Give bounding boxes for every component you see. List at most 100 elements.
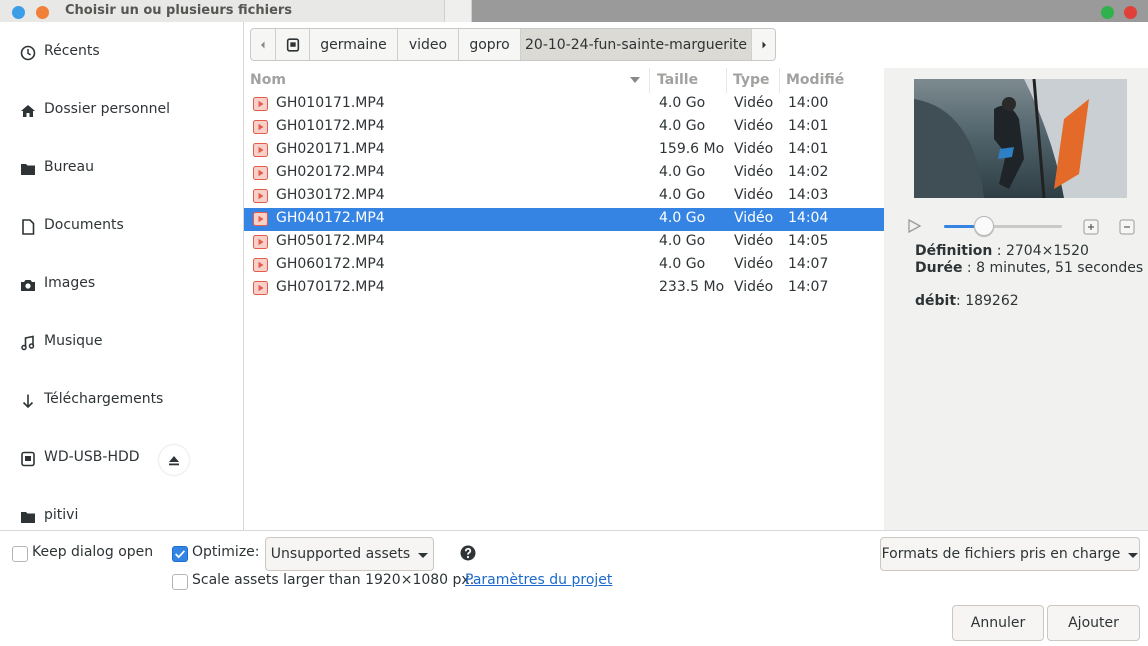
file-name: GH010171.MP4 <box>276 95 385 111</box>
project-settings-link[interactable]: Paramètres du projet <box>465 572 612 588</box>
preview-pane: Définition : 2704×1520 Durée : 8 minutes… <box>884 68 1148 530</box>
window-title: Choisir un ou plusieurs fichiers <box>65 3 293 18</box>
bitrate-value: 189262 <box>965 293 1019 309</box>
file-name: GH050172.MP4 <box>276 233 385 249</box>
file-row[interactable]: GH050172.MP4 4.0 Go Vidéo 14:05 <box>244 231 884 254</box>
video-file-icon <box>253 166 268 180</box>
sidebar-item-home[interactable]: Dossier personnel <box>0 91 243 131</box>
seek-slider-track[interactable] <box>944 216 1062 236</box>
seek-slider-handle[interactable] <box>974 216 994 236</box>
file-type: Vidéo <box>734 95 774 111</box>
chevron-down-icon <box>1128 552 1139 558</box>
zoom-out-icon[interactable] <box>1119 219 1135 235</box>
duration-label: Durée <box>915 260 963 276</box>
sidebar-item-images[interactable]: Images <box>0 265 243 305</box>
file-modified: 14:07 <box>788 256 829 272</box>
sidebar-item-wd-usb-hdd[interactable]: WD-USB-HDD <box>0 439 243 479</box>
video-file-icon <box>253 212 268 226</box>
sidebar-item-desktop[interactable]: Bureau <box>0 149 243 189</box>
home-icon <box>21 105 35 117</box>
file-name: GH060172.MP4 <box>276 256 385 272</box>
definition-value: 2704×1520 <box>1005 243 1089 259</box>
path-segment-gopro[interactable]: gopro <box>459 29 521 60</box>
file-formats-select[interactable]: Formats de fichiers pris en charge <box>880 537 1140 571</box>
column-header-modified[interactable]: Modifié <box>780 68 884 93</box>
path-back-button[interactable] <box>251 29 276 60</box>
file-modified: 14:04 <box>788 210 829 226</box>
file-row[interactable]: GH070172.MP4 233.5 Mo Vidéo 14:07 <box>244 277 884 300</box>
file-row[interactable]: GH010172.MP4 4.0 Go Vidéo 14:01 <box>244 116 884 139</box>
file-name: GH040172.MP4 <box>276 210 385 226</box>
sidebar-item-pitivi[interactable]: pitivi <box>0 497 243 530</box>
video-file-icon <box>253 189 268 203</box>
download-arrow-icon <box>22 394 34 409</box>
scale-assets-checkbox[interactable] <box>172 574 188 590</box>
cancel-button[interactable]: Annuler <box>952 605 1044 641</box>
add-button[interactable]: Ajouter <box>1047 605 1140 641</box>
sidebar-item-label: Documents <box>44 217 124 233</box>
path-root-drive-button[interactable] <box>276 29 310 60</box>
video-file-icon <box>253 143 268 157</box>
file-row[interactable]: GH040172.MP4 4.0 Go Vidéo 14:04 <box>244 208 884 231</box>
optimize-label: Optimize: <box>192 544 260 560</box>
window-orange-dot-icon[interactable] <box>36 6 49 19</box>
file-row[interactable]: GH030172.MP4 4.0 Go Vidéo 14:03 <box>244 185 884 208</box>
file-row[interactable]: GH010171.MP4 4.0 Go Vidéo 14:00 <box>244 93 884 116</box>
path-segment-current[interactable]: 20-10-24-fun-sainte-marguerite <box>521 29 752 60</box>
sidebar-item-label: Récents <box>44 43 100 59</box>
definition-label: Définition <box>915 243 993 259</box>
eject-icon <box>169 456 179 466</box>
cancel-button-label: Annuler <box>970 615 1026 631</box>
path-segment-video[interactable]: video <box>398 29 459 60</box>
path-segment-germaine[interactable]: germaine <box>310 29 398 60</box>
duration-info: Durée : 8 minutes, 51 secondes <box>915 260 1144 276</box>
file-size: 233.5 Mo <box>659 279 725 295</box>
file-modified: 14:01 <box>788 141 829 157</box>
file-row[interactable]: GH020171.MP4 159.6 Mo Vidéo 14:01 <box>244 139 884 162</box>
file-size: 4.0 Go <box>659 95 706 111</box>
column-header-label: Modifié <box>786 72 845 88</box>
title-bar-separator <box>444 0 472 22</box>
file-row[interactable]: GH060172.MP4 4.0 Go Vidéo 14:07 <box>244 254 884 277</box>
sidebar-item-music[interactable]: Musique <box>0 323 243 363</box>
file-modified: 14:00 <box>788 95 829 111</box>
play-icon[interactable] <box>906 218 922 234</box>
sidebar-item-documents[interactable]: Documents <box>0 207 243 247</box>
sidebar-item-label: Images <box>44 275 96 291</box>
sidebar-item-label: WD-USB-HDD <box>44 449 140 465</box>
column-header-name[interactable]: Nom <box>244 68 650 93</box>
sort-down-icon <box>630 77 640 83</box>
sidebar-item-label: Dossier personnel <box>44 101 171 117</box>
file-size: 4.0 Go <box>659 256 706 272</box>
path-forward-button[interactable] <box>752 29 775 60</box>
keep-open-label: Keep dialog open <box>32 544 154 560</box>
file-modified: 14:07 <box>788 279 829 295</box>
keep-open-checkbox[interactable] <box>12 546 28 562</box>
clock-icon <box>20 45 36 61</box>
file-type: Vidéo <box>734 279 774 295</box>
chevron-left-icon <box>261 41 265 48</box>
drive-icon <box>21 451 35 467</box>
optimize-checkbox[interactable] <box>172 546 188 562</box>
bitrate-info: débit: 189262 <box>915 293 1019 309</box>
window-menu-dot-icon[interactable] <box>12 6 25 19</box>
file-row[interactable]: GH020172.MP4 4.0 Go Vidéo 14:02 <box>244 162 884 185</box>
file-type: Vidéo <box>734 187 774 203</box>
sidebar-item-recents[interactable]: Récents <box>0 33 243 73</box>
video-file-icon <box>253 281 268 295</box>
file-list: Nom Taille Type Modifié GH010171.MP4 4.0 … <box>244 68 884 530</box>
column-header-size[interactable]: Taille <box>651 68 727 93</box>
title-bar: Choisir un ou plusieurs fichiers <box>0 0 1148 22</box>
file-size: 4.0 Go <box>659 187 706 203</box>
eject-button[interactable] <box>159 445 189 475</box>
maximize-icon[interactable] <box>1101 6 1114 19</box>
help-icon[interactable] <box>460 545 476 561</box>
file-modified: 14:03 <box>788 187 829 203</box>
video-file-icon <box>253 97 268 111</box>
zoom-in-icon[interactable] <box>1083 219 1099 235</box>
optimize-select[interactable]: Unsupported assets <box>265 537 434 571</box>
add-button-label: Ajouter <box>1068 615 1119 631</box>
close-icon[interactable] <box>1124 6 1137 19</box>
sidebar-item-downloads[interactable]: Téléchargements <box>0 381 243 421</box>
column-header-type[interactable]: Type <box>727 68 780 93</box>
